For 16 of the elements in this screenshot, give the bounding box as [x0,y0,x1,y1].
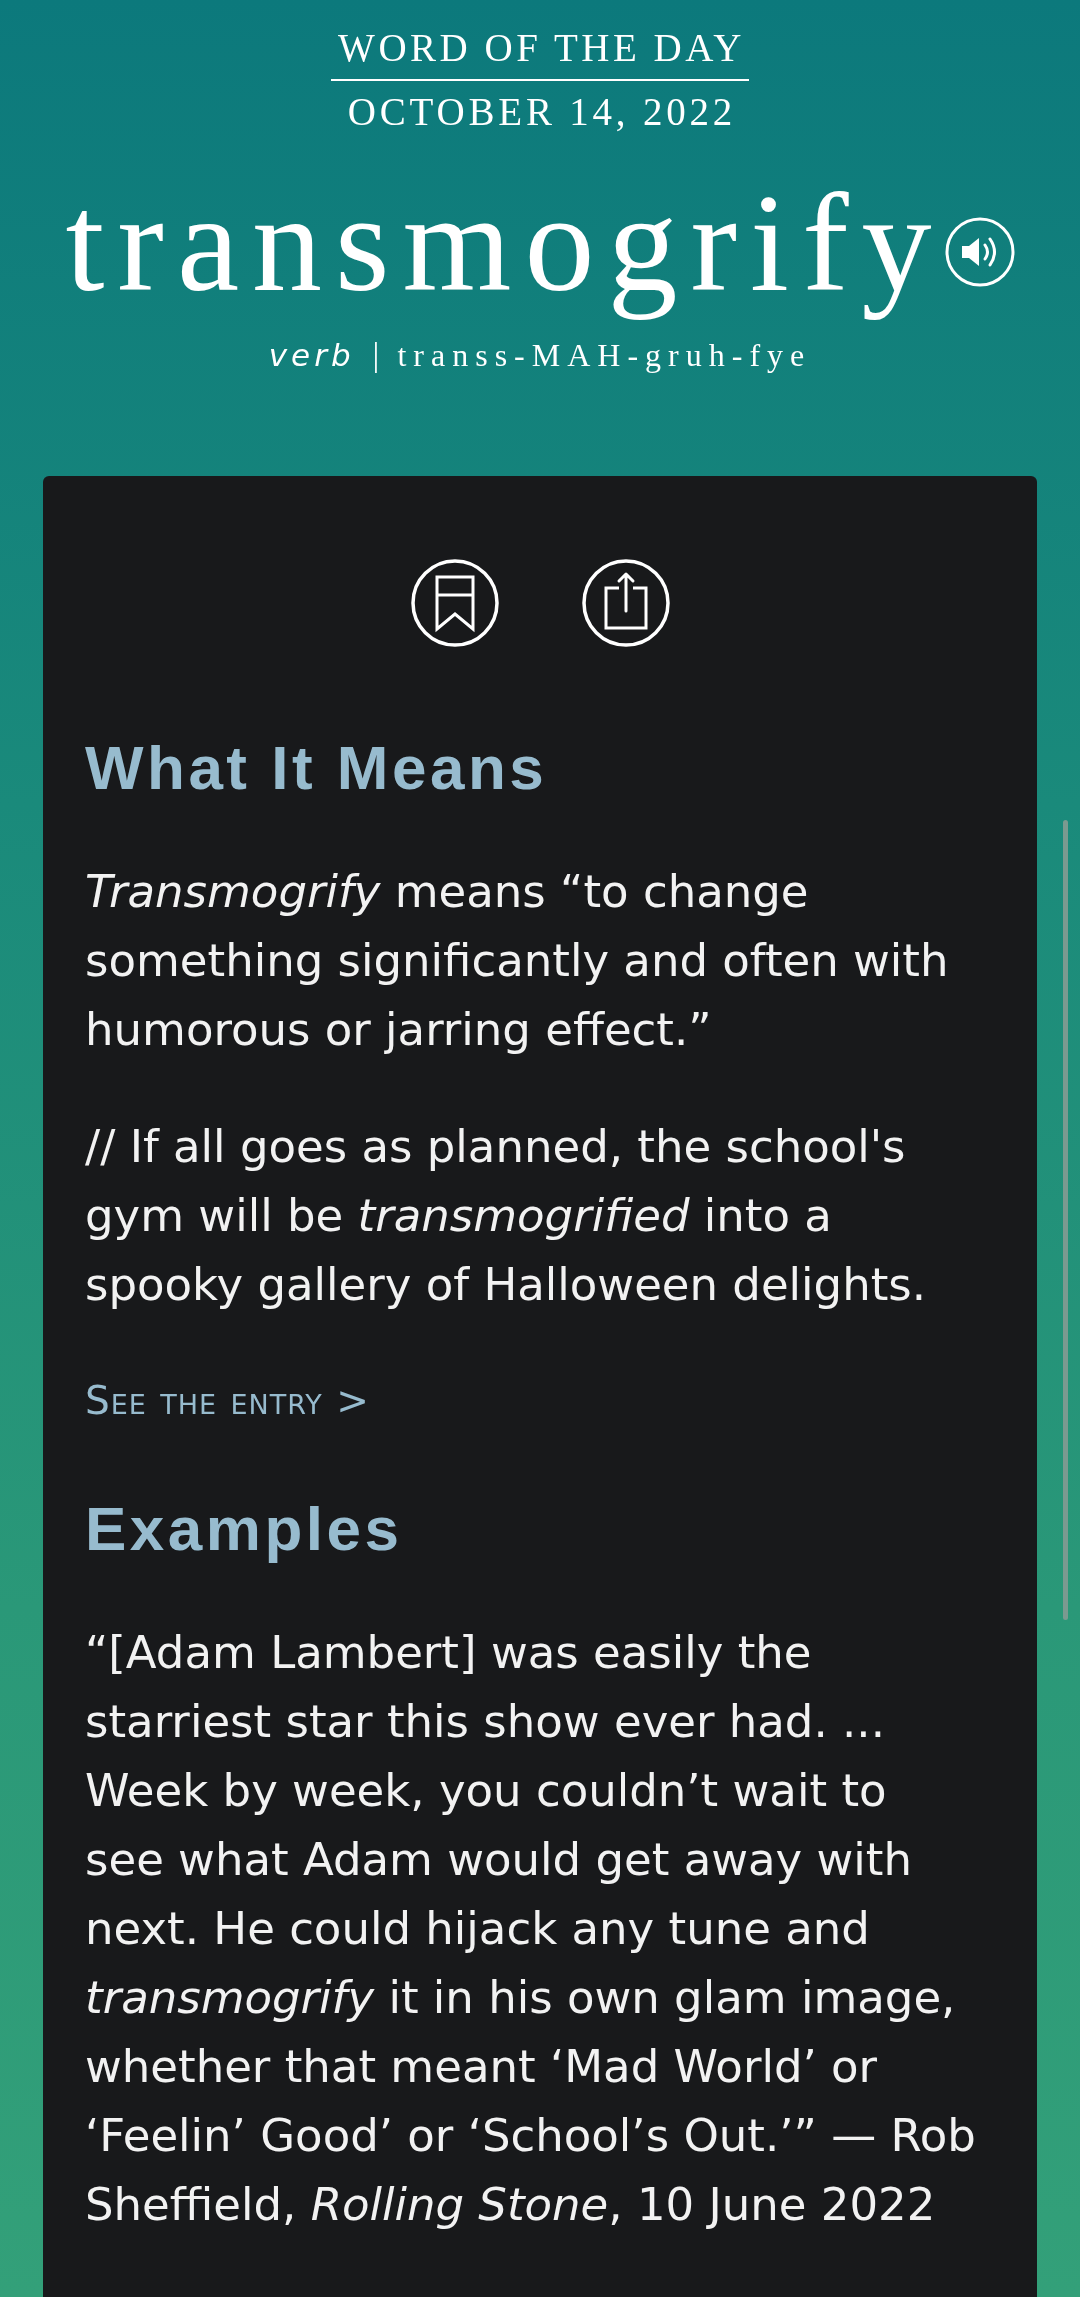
part-of-speech: verb [268,336,355,375]
separator-text: | [372,335,380,375]
speaker-icon[interactable] [944,217,1015,287]
section-heading: Examples [85,1494,403,1564]
example-sentence: // If all goes as planned, the school's gym will be transmogrified into a spooky gallery of Halloween delights. [85,1119,927,1313]
section-heading: What It Means [85,733,548,803]
quotation-text: “[Adam Lambert] was easily the starriest star this show ever had. ... Week by week, you couldn’t wait to see what Adam would get away with next. He could hijack any tune and transmogrify it in his own glam image, whether that meant ‘Mad World’ or ‘Feelin’ Good’ or ‘School’s Out.’” — Rob Sheffield, Rolling Stone, 10 June 2022 [85,1625,976,2233]
date-label: OCTOBER 14, 2022 [346,90,737,134]
see-entry-link[interactable]: See the entry > [85,1371,370,1431]
share-icon[interactable] [581,559,670,647]
pronunciation-text: transs-MAH-gruh-fye [397,336,812,375]
definition-text: Transmogrify means “to change something significantly and often with humorous or jarring effect.” [85,864,949,1058]
scrollbar-thumb[interactable] [1063,820,1068,1620]
headword: transmogrify [65,164,945,322]
bookmark-icon[interactable] [410,559,499,647]
eyebrow-title: WORD OF THE DAY [337,26,746,70]
